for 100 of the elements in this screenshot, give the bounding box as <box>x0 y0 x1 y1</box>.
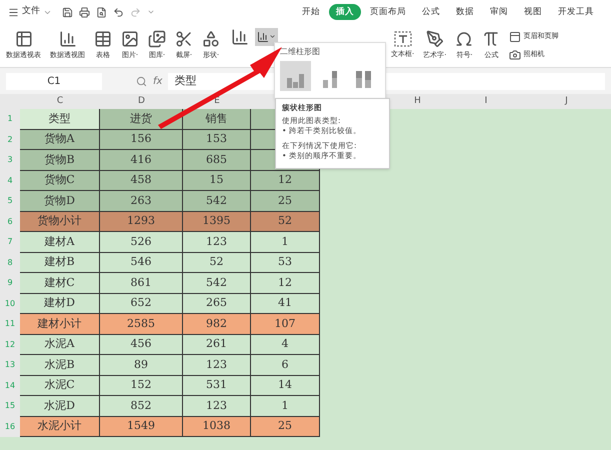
table-cell-text: 4 <box>282 336 288 352</box>
ribbon-tab[interactable]: 视图 <box>517 4 549 20</box>
image-icon <box>121 30 139 48</box>
pen-icon <box>426 30 444 48</box>
table-cell-text: 12 <box>278 274 292 290</box>
table-cell-text: 542 <box>206 192 227 208</box>
table-cell-text: 107 <box>274 316 296 332</box>
save-icon[interactable] <box>62 6 73 18</box>
table-cell-text: 123 <box>206 234 227 250</box>
column-chart-dropdown[interactable] <box>255 28 278 46</box>
caret-icon <box>269 33 276 40</box>
table-cell-text: 852 <box>130 398 152 414</box>
table-cell-text: 652 <box>130 295 152 311</box>
table-cell-text: 861 <box>130 274 152 290</box>
zoom-icon[interactable] <box>136 76 147 86</box>
table-cell-text: 458 <box>130 172 152 188</box>
table-cell-text: 1 <box>282 398 288 414</box>
fx-label: fx <box>153 74 162 88</box>
table-cell-text: 水泥小计 <box>38 418 82 434</box>
pivot-table-icon <box>14 30 32 48</box>
table-cell-text: 531 <box>206 377 227 393</box>
column-header[interactable]: D <box>138 94 145 108</box>
column-chart-icon <box>257 30 269 42</box>
printer-icon[interactable] <box>79 6 90 18</box>
table-cell-text: 526 <box>130 234 152 250</box>
bar-chart-icon <box>58 30 76 48</box>
table-cell-text: 1293 <box>127 213 155 229</box>
table-cell-text: 建材小计 <box>38 316 82 332</box>
table-cell-text: 153 <box>206 131 227 147</box>
column-header[interactable]: H <box>414 94 421 108</box>
table-cell-text: 52 <box>210 254 224 270</box>
table-cell-text: 263 <box>130 192 152 208</box>
textbox-icon <box>394 31 412 48</box>
table-cell-text: 123 <box>206 356 227 372</box>
ribbon-tab[interactable]: 审阅 <box>483 4 515 20</box>
table-cell-text: 123 <box>206 398 227 414</box>
table-cell-text: 货物D <box>44 192 75 208</box>
table-cell-text: 261 <box>206 336 227 352</box>
ribbon-tab[interactable]: 公式 <box>415 4 447 20</box>
table-cell-text: 水泥C <box>44 377 75 393</box>
table-cell-text: 1 <box>282 234 288 250</box>
column-header[interactable]: I <box>484 94 488 108</box>
table-cell-text: 货物B <box>44 152 75 168</box>
table-cell-text: 水泥A <box>44 336 74 352</box>
table-cell-text: 456 <box>130 336 152 352</box>
table-cell-text: 12 <box>278 172 292 188</box>
menu-icon[interactable] <box>8 6 19 18</box>
camera-icon <box>509 48 522 60</box>
pi-icon <box>482 30 500 48</box>
table-cell-text: 货物C <box>44 172 75 188</box>
column-header[interactable]: C <box>56 94 64 108</box>
table-cell-text: 265 <box>206 295 227 311</box>
file-menu[interactable]: 文件 <box>22 5 40 19</box>
menu-title: 二维柱形图 <box>280 46 321 58</box>
omega-icon <box>455 30 474 48</box>
table-cell-text: 建材D <box>44 295 75 311</box>
table-cell-text: 类型 <box>48 110 70 126</box>
table-cell-text: 546 <box>130 254 152 270</box>
table-cell-text: 1549 <box>127 418 155 434</box>
table-cell-text: 685 <box>206 152 227 168</box>
table-cell-text: 1395 <box>202 213 230 229</box>
shapes-icon <box>202 30 220 48</box>
table-cell-text: 542 <box>206 274 227 290</box>
ribbon-tab[interactable]: 开始 <box>295 4 327 20</box>
table-cell-text: 25 <box>278 418 292 434</box>
table-cell-text: 水泥B <box>44 356 75 372</box>
print-preview-icon[interactable] <box>96 6 107 18</box>
column-header[interactable]: J <box>565 94 568 108</box>
table-cell-text: 152 <box>130 377 152 393</box>
ribbon-tab[interactable]: 页面布局 <box>363 4 413 20</box>
table-cell-text: 6 <box>282 356 288 372</box>
table-cell-text: 建材B <box>44 254 75 270</box>
table-cell-text: 52 <box>278 213 292 229</box>
caret-icon[interactable] <box>147 8 155 16</box>
table-cell-text: 进货 <box>130 110 152 126</box>
table-cell-text: 建材C <box>44 274 75 290</box>
bar-chart-icon[interactable] <box>231 28 249 46</box>
table-cell-text: 水泥D <box>44 398 75 414</box>
ribbon-tab[interactable]: 开发工具 <box>551 4 601 20</box>
table-cell-text: 14 <box>278 377 292 393</box>
undo-icon[interactable] <box>113 6 124 18</box>
gallery-icon <box>148 30 166 48</box>
name-box[interactable]: C1 <box>6 72 102 90</box>
table-cell-text: 41 <box>278 295 292 311</box>
table-cell-text: 982 <box>206 316 227 332</box>
table-cell-text: 89 <box>134 356 148 372</box>
table-cell-text: 416 <box>130 152 152 168</box>
header-icon <box>509 30 522 42</box>
table-cell-text: 销售 <box>206 110 228 126</box>
table-cell-text: 货物小计 <box>38 213 82 229</box>
table-cell-text: 建材A <box>44 234 74 250</box>
table-cell-text: 156 <box>130 131 152 147</box>
table-cell-text: 2585 <box>127 316 155 332</box>
ribbon-tab[interactable]: 数据 <box>449 4 481 20</box>
scissors-icon <box>175 30 193 48</box>
table-cell-text: 25 <box>278 192 292 208</box>
table-cell-text: 15 <box>210 172 224 188</box>
table-icon <box>94 30 112 48</box>
table-cell-text: 货物A <box>44 131 74 147</box>
table-cell-text: 53 <box>278 254 292 270</box>
